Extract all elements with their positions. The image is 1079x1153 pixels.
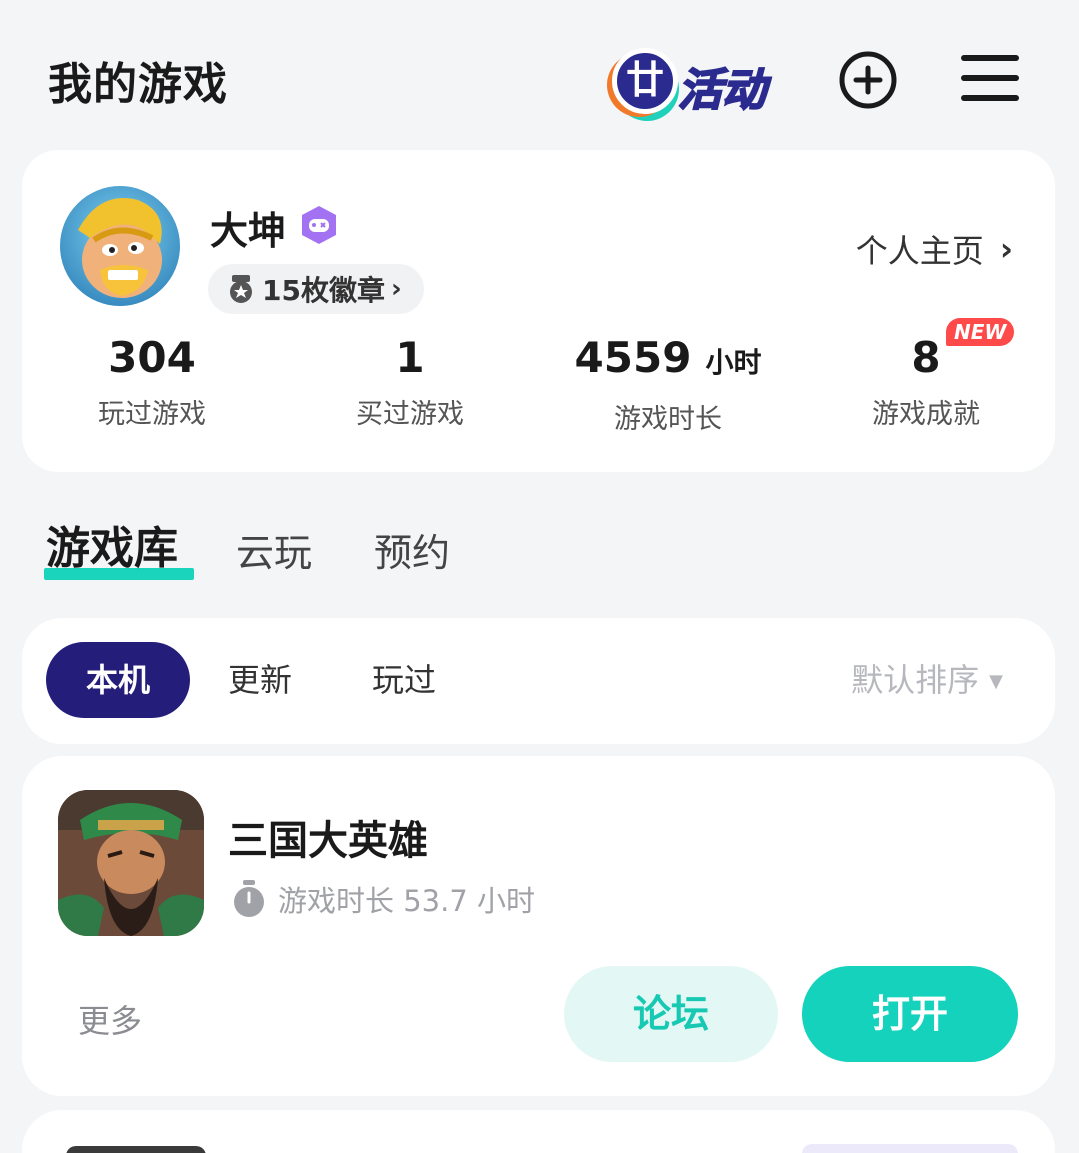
caret-down-icon: ▼: [989, 671, 1003, 692]
stat-achievements[interactable]: 8 NEW 游戏成就: [806, 318, 1046, 431]
tab-reservations[interactable]: 预约: [374, 522, 450, 577]
stat-unit: 小时: [705, 346, 762, 379]
activity-label: 活动: [677, 64, 767, 117]
menu-button[interactable]: [958, 48, 1022, 112]
gamepad-vip-icon: [302, 206, 336, 244]
homepage-link[interactable]: 个人主页 ›: [856, 226, 1013, 272]
stat-label: 玩过游戏: [98, 399, 206, 430]
chevron-right-icon: ›: [390, 274, 402, 304]
homepage-label: 个人主页: [855, 232, 984, 270]
more-button[interactable]: 更多: [78, 996, 142, 1042]
page-title: 我的游戏: [48, 59, 228, 110]
game-title[interactable]: 三国大英雄: [228, 808, 428, 866]
add-button[interactable]: [836, 48, 900, 112]
game-card: 三国大英雄 游戏时长 53.7 小时 更多 论坛 打开: [22, 756, 1055, 1096]
tab-game-library[interactable]: 游戏库: [44, 512, 194, 580]
stat-value: 4559 小时: [574, 333, 762, 382]
avatar-image: [60, 186, 180, 306]
hamburger-menu-icon: [961, 55, 1019, 101]
next-game-card: [22, 1110, 1055, 1153]
badges-label: 15枚徽章: [262, 274, 385, 307]
stat-played-games[interactable]: 304 玩过游戏: [32, 330, 272, 431]
next-game-action[interactable]: [802, 1144, 1018, 1153]
playtime-text: 游戏时长 53.7 小时: [278, 884, 536, 918]
game-icon[interactable]: [58, 790, 204, 936]
stat-value: 304: [108, 333, 196, 382]
stat-play-time[interactable]: 4559 小时 游戏时长: [548, 330, 788, 436]
stat-bought-games[interactable]: 1 买过游戏: [290, 330, 530, 431]
game-playtime: 游戏时长 53.7 小时: [230, 878, 535, 920]
filter-local[interactable]: 本机: [46, 642, 190, 718]
medal-icon: [230, 275, 252, 303]
stat-label: 游戏时长: [614, 404, 722, 435]
main-tabs: 游戏库 云玩 预约: [44, 512, 644, 582]
stat-label: 买过游戏: [356, 399, 464, 430]
profile-card: 大坤 15枚徽章 › 个人主页 › 304 玩过游戏 1 买过游戏 4559 小时…: [22, 150, 1055, 472]
username: 大坤: [210, 209, 287, 253]
new-badge: NEW: [946, 318, 1015, 346]
stat-label: 游戏成就: [872, 399, 980, 430]
badges-chip[interactable]: 15枚徽章 ›: [208, 264, 424, 314]
filter-played[interactable]: 玩过: [372, 642, 436, 718]
sort-dropdown[interactable]: 默认排序 ▼: [851, 642, 1003, 718]
game-cover-image: [58, 790, 204, 936]
avatar[interactable]: [60, 186, 180, 306]
forum-button[interactable]: 论坛: [564, 966, 778, 1062]
sort-label: 默认排序: [851, 661, 980, 699]
filter-updates[interactable]: 更新: [228, 642, 292, 718]
stopwatch-icon: [234, 880, 264, 917]
open-button[interactable]: 打开: [802, 966, 1018, 1062]
plus-circle-icon: [839, 51, 897, 109]
stats-row: 304 玩过游戏 1 买过游戏 4559 小时 游戏时长 8 NEW 游戏成就: [22, 318, 1055, 440]
stat-value: 1: [395, 333, 425, 382]
chevron-right-icon: ›: [999, 230, 1013, 268]
header: 我的游戏 廿 活动: [0, 0, 1079, 150]
tab-cloud-play[interactable]: 云玩: [236, 522, 312, 577]
activity-button[interactable]: 廿 活动: [598, 34, 790, 128]
next-game-icon[interactable]: [66, 1146, 206, 1153]
activity-logo-icon: 廿: [612, 48, 678, 114]
filter-bar: 本机 更新 玩过 默认排序 ▼: [22, 618, 1055, 744]
tab-label: 游戏库: [46, 523, 178, 574]
